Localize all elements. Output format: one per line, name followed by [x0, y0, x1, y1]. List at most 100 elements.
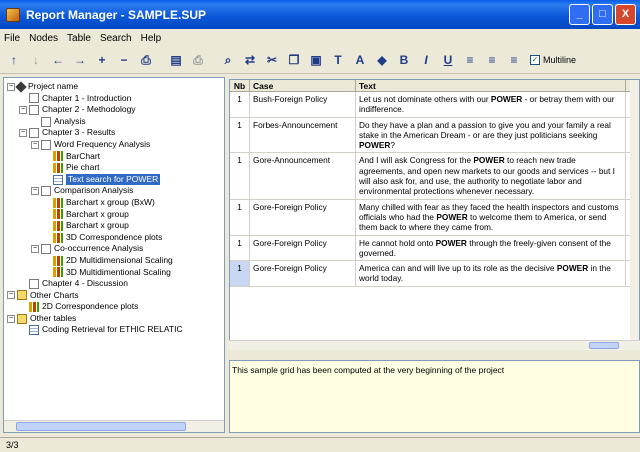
maximize-button[interactable]: □ — [592, 4, 613, 25]
menu-help[interactable]: Help — [141, 33, 162, 44]
cell-text[interactable]: He cannot hold onto POWER through the fr… — [356, 235, 626, 261]
right-arrow-icon[interactable]: → — [72, 52, 88, 68]
tree-panel[interactable]: − Project name Chapter 1 - Introduction − Ch… — [3, 77, 225, 433]
tree-node[interactable]: 2D Multidimensional Scaling — [7, 255, 224, 267]
grid-horizontal-scrollbar[interactable] — [229, 340, 640, 350]
font-icon[interactable]: T — [330, 52, 346, 68]
grid-scroll-thumb[interactable] — [589, 342, 619, 349]
multiline-toggle[interactable]: ✓ Multiline — [530, 55, 576, 65]
table-row[interactable]: 1 Gore-Foreign Policy America can and will… — [230, 261, 639, 287]
copy-table-icon[interactable]: ▤ — [168, 52, 184, 68]
multiline-checkbox[interactable]: ✓ — [530, 55, 540, 65]
collapse-toggle-icon[interactable]: − — [19, 129, 27, 138]
cut-icon[interactable]: ✂ — [264, 52, 280, 68]
cell-text[interactable]: And I will ask Congress for the POWER to… — [356, 153, 626, 199]
close-button[interactable]: X — [615, 4, 636, 25]
remove-icon[interactable]: − — [116, 52, 132, 68]
tree-node[interactable]: Barchart x group — [7, 209, 224, 221]
menu-nodes[interactable]: Nodes — [29, 33, 58, 44]
tree-node[interactable]: 2D Correspondence plots — [7, 301, 224, 313]
tree-node[interactable]: Pie chart — [7, 162, 224, 174]
italic-icon[interactable]: I — [418, 52, 434, 68]
align-center-icon[interactable]: ≡ — [484, 52, 500, 68]
print-preview-icon[interactable]: ⎙ — [138, 52, 154, 68]
paste-icon[interactable]: ▣ — [308, 52, 324, 68]
find-icon[interactable]: ⌕ — [220, 52, 236, 68]
col-nb[interactable]: Nb — [230, 80, 250, 91]
tree-horizontal-scrollbar[interactable] — [4, 420, 224, 432]
tree-node[interactable]: − Project name — [7, 81, 224, 93]
minimize-button[interactable]: _ — [569, 4, 590, 25]
cell-nb[interactable]: 1 — [230, 153, 250, 199]
grid-vertical-scrollbar[interactable] — [630, 80, 639, 348]
tree-node[interactable]: Barchart x group (BxW) — [7, 197, 224, 209]
tree-node[interactable]: − Chapter 3 - Results — [7, 127, 224, 139]
tree-node[interactable]: Coding Retrieval for ETHIC RELATIC — [7, 324, 224, 336]
collapse-toggle-icon[interactable]: − — [31, 187, 39, 196]
cell-case[interactable]: Gore-Announcement — [250, 153, 356, 199]
collapse-toggle-icon[interactable]: − — [7, 314, 15, 323]
align-left-icon[interactable]: ≡ — [462, 52, 478, 68]
tree-node[interactable]: 3D Correspondence plots — [7, 232, 224, 244]
notes-pane[interactable]: This sample grid has been computed at th… — [229, 360, 640, 433]
tree-node[interactable]: Barchart x group — [7, 220, 224, 232]
tree-node[interactable]: BarChart — [7, 151, 224, 163]
tree-node[interactable]: Text search for POWER — [7, 173, 224, 186]
highlight-icon[interactable]: ◆ — [374, 52, 390, 68]
collapse-toggle-icon[interactable]: − — [31, 140, 39, 149]
cell-text[interactable]: Let us not dominate others with our POWE… — [356, 92, 626, 117]
table-row[interactable]: 1 Gore-Foreign Policy He cannot hold onto … — [230, 235, 639, 262]
align-right-icon[interactable]: ≡ — [506, 52, 522, 68]
underline-icon[interactable]: U — [440, 52, 456, 68]
menu-search[interactable]: Search — [100, 33, 132, 44]
table-row[interactable]: 1 Gore-Foreign Policy Many chilled with fe… — [230, 199, 639, 236]
cell-text[interactable]: Many chilled with fear as they faced the… — [356, 199, 626, 235]
cell-text[interactable]: America can and will live up to its role… — [356, 261, 626, 286]
cell-nb[interactable]: 1 — [230, 235, 250, 261]
tree-node[interactable]: − Co-occurrence Analysis — [7, 243, 224, 255]
copy-icon[interactable]: ❐ — [286, 52, 302, 68]
cell-case[interactable]: Forbes-Announcement — [250, 117, 356, 153]
bold-icon[interactable]: B — [396, 52, 412, 68]
tree-node[interactable]: − Chapter 2 - Methodology — [7, 104, 224, 116]
tree-node[interactable]: Analysis — [7, 116, 224, 128]
up-arrow-icon[interactable]: ↑ — [6, 52, 22, 68]
table-row[interactable]: 1 Bush-Foreign Policy Let us not dominate … — [230, 92, 639, 118]
underline-color-icon[interactable]: A — [352, 52, 368, 68]
tree-node[interactable]: 3D Multidimentional Scaling — [7, 267, 224, 279]
cell-nb[interactable]: 1 — [230, 117, 250, 153]
replace-icon[interactable]: ⇄ — [242, 52, 258, 68]
col-text[interactable]: Text — [356, 80, 626, 91]
cell-text[interactable]: Do they have a plan and a passion to giv… — [356, 117, 626, 153]
cell-nb[interactable]: 1 — [230, 92, 250, 117]
results-grid[interactable]: Nb Case Text 1 Bush-Foreign Policy Let us … — [229, 79, 640, 349]
menu-table[interactable]: Table — [67, 33, 91, 44]
left-arrow-icon[interactable]: ← — [50, 52, 66, 68]
collapse-toggle-icon[interactable]: − — [19, 105, 27, 114]
tree-node[interactable]: − Word Frequency Analysis — [7, 139, 224, 151]
col-case[interactable]: Case — [250, 80, 356, 91]
tree-node[interactable]: − Comparison Analysis — [7, 185, 224, 197]
table-row[interactable]: 1 Forbes-Announcement Do they have a plan … — [230, 117, 639, 154]
tree-node[interactable]: − Other Charts — [7, 290, 224, 302]
tree-node[interactable]: − Other tables — [7, 313, 224, 325]
cell-case[interactable]: Gore-Foreign Policy — [250, 235, 356, 261]
doc-icon — [41, 139, 51, 150]
menu-file[interactable]: File — [4, 33, 20, 44]
tree-scroll-thumb[interactable] — [16, 422, 186, 431]
cell-case[interactable]: Gore-Foreign Policy — [250, 261, 356, 286]
cell-case[interactable]: Bush-Foreign Policy — [250, 92, 356, 117]
down-arrow-icon[interactable]: ↓ — [28, 52, 44, 68]
grid-body: 1 Bush-Foreign Policy Let us not dominate … — [230, 92, 639, 287]
tree-node[interactable]: Chapter 4 - Discussion — [7, 278, 224, 290]
collapse-toggle-icon[interactable]: − — [7, 291, 15, 300]
collapse-toggle-icon[interactable]: − — [7, 82, 15, 91]
collapse-toggle-icon[interactable]: − — [31, 245, 39, 254]
tree-node[interactable]: Chapter 1 - Introduction — [7, 93, 224, 105]
cell-case[interactable]: Gore-Foreign Policy — [250, 199, 356, 235]
cell-nb[interactable]: 1 — [230, 261, 250, 286]
table-row[interactable]: 1 Gore-Announcement And I will ask Congres… — [230, 153, 639, 200]
cell-nb[interactable]: 1 — [230, 199, 250, 235]
print-icon[interactable]: ⎙ — [190, 52, 206, 68]
add-icon[interactable]: + — [94, 52, 110, 68]
